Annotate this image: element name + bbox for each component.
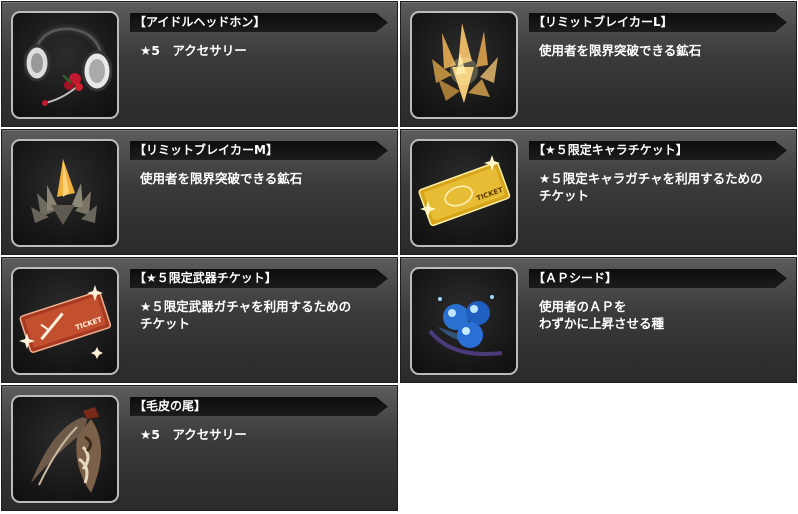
item-card[interactable]: 【リミットブレイカーL】 使用者を限界突破できる鉱石	[400, 1, 797, 127]
item-thumbnail	[11, 11, 119, 119]
item-description: 使用者のＡＰを わずかに上昇させる種	[539, 299, 665, 331]
item-name-bar: 【リミットブレイカーM】	[130, 141, 388, 160]
fur-tail-icon	[31, 407, 101, 493]
item-description: ★5 アクセサリー	[140, 427, 247, 442]
item-thumbnail: TICKET	[11, 267, 119, 375]
item-card[interactable]: 【リミットブレイカーM】 使用者を限界突破できる鉱石	[1, 129, 398, 255]
gold-ticket-icon: TICKET	[418, 155, 511, 227]
item-thumbnail: TICKET	[410, 139, 518, 247]
item-thumbnail	[410, 267, 518, 375]
item-card[interactable]: TICKET 【★５限定キャラチケット】 ★５限定キャラガチャを利用するための …	[400, 129, 797, 255]
headphones-icon	[23, 24, 113, 106]
item-card[interactable]: 【毛皮の尾】 ★5 アクセサリー	[1, 385, 398, 511]
item-name: 【★５限定キャラチケット】	[533, 143, 688, 157]
item-name: 【毛皮の尾】	[134, 399, 207, 413]
item-name: 【★５限定武器チケット】	[134, 271, 277, 285]
item-card[interactable]: TICKET 【★５限定武器チケット】 ★５限定武器ガチャを利用するための チケ…	[1, 257, 398, 383]
item-thumbnail	[11, 395, 119, 503]
crystal-medium-icon	[31, 159, 97, 225]
item-name-bar: 【ＡＰシード】	[529, 269, 787, 288]
blue-berries-icon	[428, 295, 503, 357]
item-description: ★５限定キャラガチャを利用するための チケット	[539, 171, 763, 203]
item-name: 【リミットブレイカーL】	[533, 15, 673, 29]
item-name: 【アイドルヘッドホン】	[134, 15, 266, 29]
item-name-bar: 【★５限定キャラチケット】	[529, 141, 787, 160]
item-name-bar: 【★５限定武器チケット】	[130, 269, 388, 288]
item-description: ★5 アクセサリー	[140, 43, 247, 58]
item-description: ★５限定武器ガチャを利用するための チケット	[140, 299, 352, 331]
item-card[interactable]: 【ＡＰシード】 使用者のＡＰを わずかに上昇させる種	[400, 257, 797, 383]
item-description: 使用者を限界突破できる鉱石	[140, 171, 303, 186]
item-thumbnail	[410, 11, 518, 119]
item-name: 【リミットブレイカーM】	[134, 143, 278, 157]
item-name-bar: 【毛皮の尾】	[130, 397, 388, 416]
item-name-bar: 【アイドルヘッドホン】	[130, 13, 388, 32]
item-name: 【ＡＰシード】	[533, 271, 618, 285]
item-name-bar: 【リミットブレイカーL】	[529, 13, 787, 32]
red-ticket-icon: TICKET	[19, 285, 112, 359]
item-thumbnail	[11, 139, 119, 247]
item-description: 使用者を限界突破できる鉱石	[539, 43, 702, 58]
item-card[interactable]: 【アイドルヘッドホン】 ★5 アクセサリー	[1, 1, 398, 127]
crystal-large-icon	[432, 23, 498, 103]
